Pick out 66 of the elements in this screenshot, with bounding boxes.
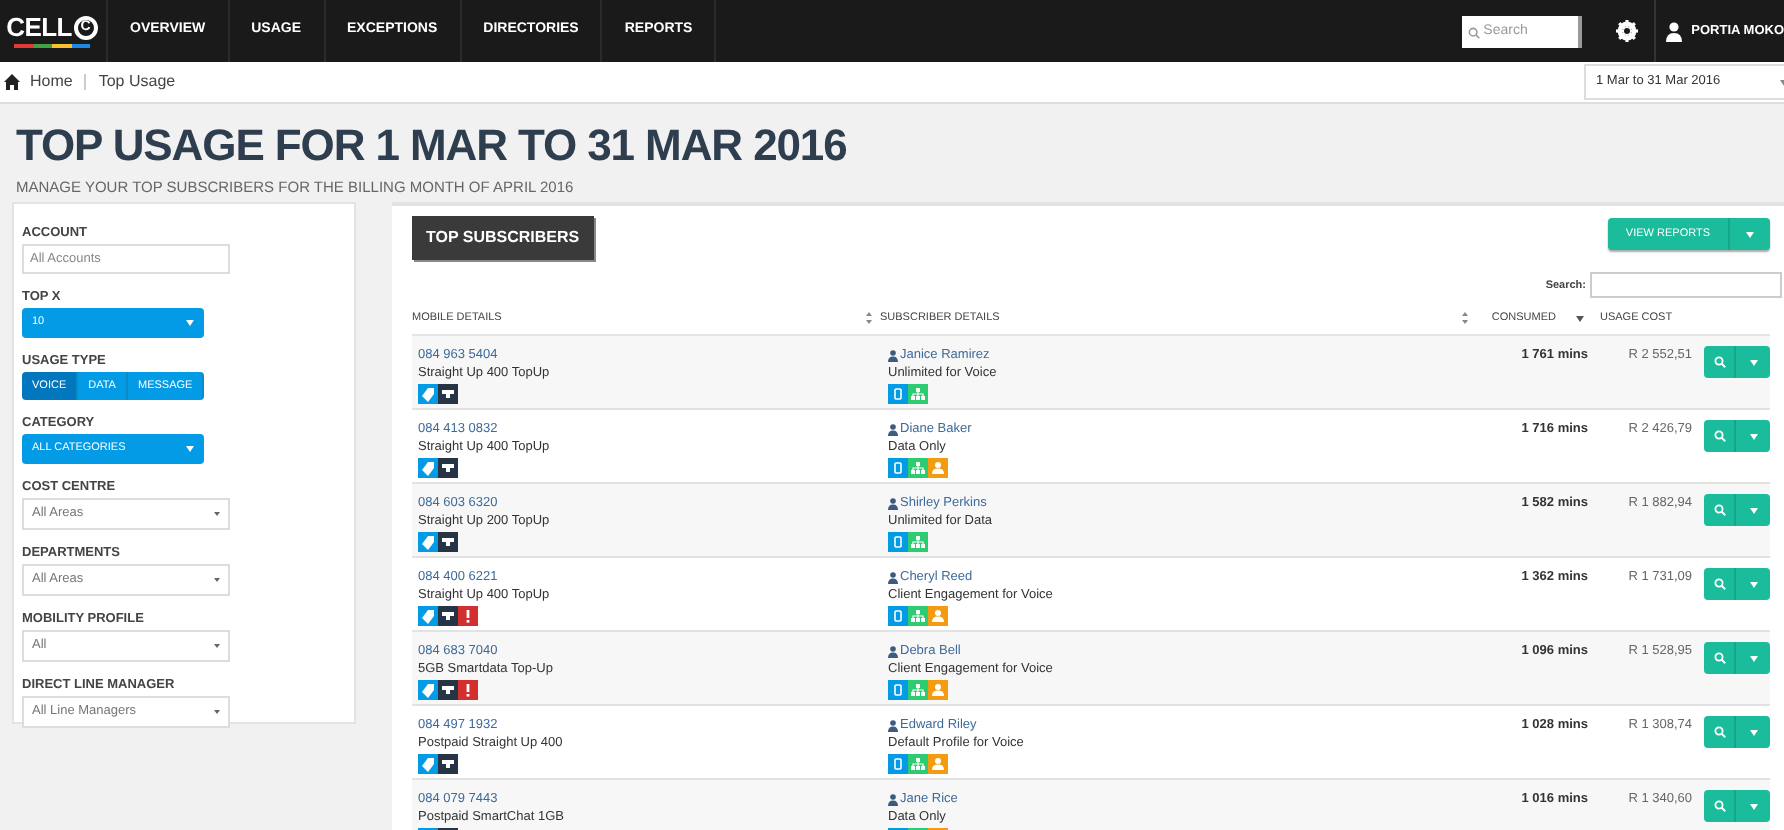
phone-badge-icon [888, 384, 908, 405]
logo-text: CELL [6, 14, 72, 40]
tag-badge-icon [418, 384, 438, 405]
color-stripe-icon [14, 44, 90, 48]
search-icon [1467, 25, 1480, 39]
page-title: TOP USAGE FOR 1 MAR TO 31 MAR 2016 [16, 124, 849, 168]
settings-icon [1615, 20, 1638, 42]
sort-descending-icon [1576, 311, 1584, 324]
person-icon [888, 645, 898, 658]
caret-icon [186, 446, 194, 453]
person-badge-icon [928, 680, 948, 701]
caret-icon [214, 578, 220, 583]
sort-icon [1462, 311, 1468, 324]
phone-badge-icon [888, 458, 908, 479]
caret-icon [214, 710, 220, 715]
caret-icon [1749, 655, 1757, 662]
person-badge-icon [928, 458, 948, 479]
phone-badge-icon [888, 606, 908, 627]
sort-icon [866, 311, 872, 324]
breadcrumb-link[interactable]: Top Usage [98, 70, 176, 94]
hierarchy-badge-icon [908, 754, 928, 775]
caret-icon [186, 320, 194, 327]
phone-badge-icon [888, 532, 908, 553]
caret-icon [1746, 231, 1754, 238]
caret-icon [1749, 359, 1757, 366]
breadcrumb-link[interactable]: Home [30, 70, 73, 94]
tag-badge-icon [418, 680, 438, 701]
tag-badge-icon [418, 532, 438, 553]
person-icon [888, 571, 898, 584]
person-icon [888, 497, 898, 510]
panel-title: TOP SUBSCRIBERS [412, 216, 594, 261]
hierarchy-badge-icon [908, 680, 928, 701]
table-search-field[interactable] [1590, 272, 1782, 299]
search-icon [1713, 800, 1725, 813]
tag-badge-icon [418, 458, 438, 479]
phone-badge-icon [888, 754, 908, 775]
caret-icon [1749, 581, 1757, 588]
alert-badge-icon [458, 680, 478, 701]
search-icon [1713, 652, 1725, 665]
search-icon [1713, 578, 1725, 591]
search-icon [1713, 430, 1725, 443]
hierarchy-badge-icon [908, 606, 928, 627]
caret-icon [1749, 803, 1757, 810]
hierarchy-badge-icon [908, 458, 928, 479]
alert-badge-icon [458, 606, 478, 627]
person-icon [888, 349, 898, 362]
tag-badge-icon [418, 606, 438, 627]
caret-icon [1749, 507, 1757, 514]
person-icon [888, 793, 898, 806]
hierarchy-badge-icon [908, 532, 928, 553]
caret-icon [1749, 729, 1757, 736]
search-icon [1713, 726, 1725, 739]
user-icon [1665, 21, 1682, 41]
caret-icon [214, 512, 220, 517]
person-badge-icon [928, 754, 948, 775]
search-icon [1713, 356, 1725, 369]
home-icon [4, 74, 20, 90]
caret-icon [1749, 433, 1757, 440]
phone-badge-icon [888, 680, 908, 701]
person-icon [888, 423, 898, 436]
tag-badge-icon [418, 754, 438, 775]
hierarchy-badge-icon [908, 384, 928, 405]
person-badge-icon [928, 606, 948, 627]
caret-icon [214, 644, 220, 649]
person-icon [888, 719, 898, 732]
search-icon [1713, 504, 1725, 517]
